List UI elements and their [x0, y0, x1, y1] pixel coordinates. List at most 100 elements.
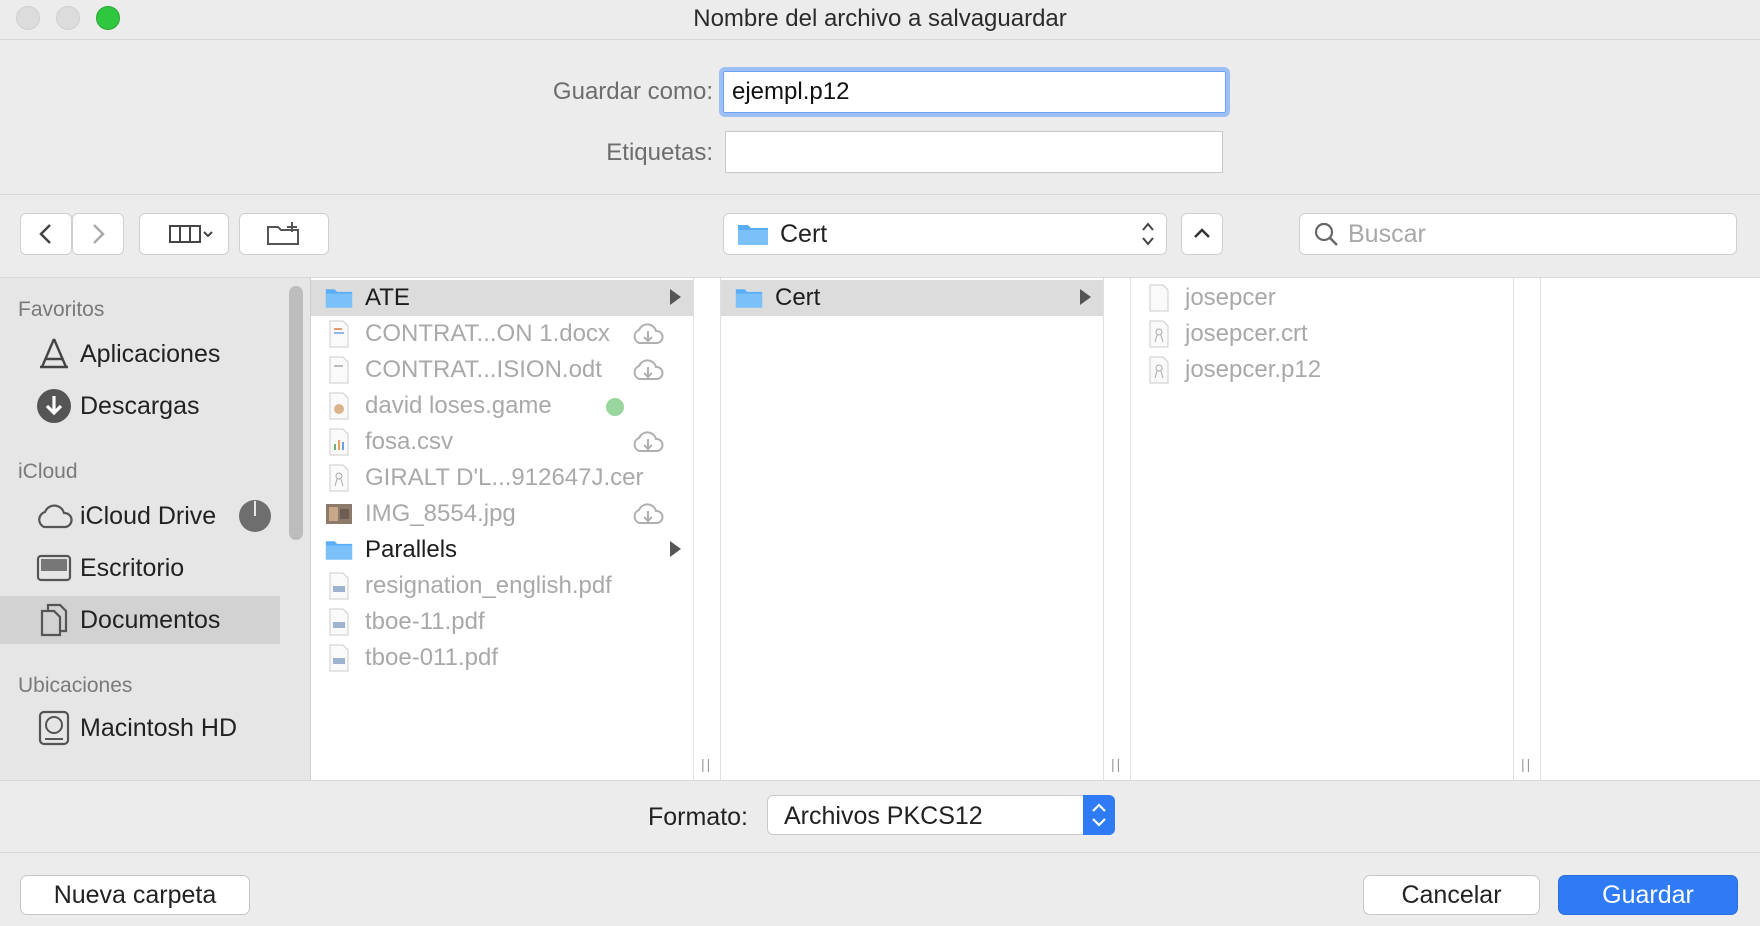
file-name: josepcer.crt — [1185, 320, 1308, 347]
window-title: Nombre del archivo a salvaguardar — [693, 5, 1067, 32]
sync-progress-icon — [239, 500, 271, 532]
certificate-file-icon — [325, 464, 353, 492]
cloud-download-icon[interactable] — [631, 502, 665, 531]
separator — [0, 194, 1760, 195]
column-divider — [1103, 278, 1104, 780]
certificate-file-icon — [1145, 356, 1173, 384]
column-resize-handle[interactable]: || — [701, 756, 712, 772]
list-item[interactable]: IMG_8554.jpg — [311, 496, 693, 532]
list-item[interactable]: resignation_english.pdf — [311, 568, 693, 604]
back-button[interactable] — [20, 213, 72, 255]
column-3: josepcer josepcer.crt josepcer.p12 || — [1131, 278, 1530, 780]
list-item[interactable]: josepcer.p12 — [1131, 352, 1513, 388]
column-divider — [693, 278, 694, 780]
list-item[interactable]: ATE — [311, 280, 693, 316]
new-folder-toolbar-button[interactable] — [239, 213, 329, 255]
list-item[interactable]: fosa.csv — [311, 424, 693, 460]
file-name: CONTRAT...ISION.odt — [365, 356, 602, 383]
docx-file-icon — [325, 320, 353, 348]
sidebar-item-aplicaciones[interactable]: Aplicaciones — [0, 330, 280, 378]
disclosure-arrow-icon — [670, 541, 681, 557]
list-item[interactable]: Parallels — [311, 532, 693, 568]
hard-drive-icon — [34, 708, 74, 748]
cloud-download-icon[interactable] — [631, 358, 665, 387]
documents-icon — [34, 600, 74, 640]
sidebar-item-documentos[interactable]: Documentos — [0, 596, 280, 644]
column-divider — [1513, 278, 1514, 780]
save-button[interactable]: Guardar — [1558, 875, 1738, 915]
list-item[interactable]: GIRALT D'L...912647J.cer — [311, 460, 693, 496]
column-divider — [1540, 278, 1541, 780]
file-name: CONTRAT...ON 1.docx — [365, 320, 610, 347]
sidebar-item-icloud-drive[interactable]: iCloud Drive — [0, 492, 280, 540]
list-item[interactable]: david loses.game — [311, 388, 693, 424]
tags-input[interactable] — [725, 131, 1223, 173]
cloud-download-icon[interactable] — [631, 322, 665, 351]
odt-file-icon — [325, 356, 353, 384]
sidebar-scrollbar[interactable] — [289, 286, 303, 540]
list-item[interactable]: josepcer.crt — [1131, 316, 1513, 352]
view-mode-button[interactable] — [139, 213, 229, 255]
format-popup[interactable]: Archivos PKCS12 — [767, 795, 1115, 835]
up-down-arrows-icon — [1092, 803, 1106, 827]
search-placeholder: Buscar — [1348, 219, 1426, 248]
applications-icon — [34, 334, 74, 374]
file-browser: ATE CONTRAT...ON 1.docx CONTRAT...ISION.… — [310, 278, 1760, 780]
new-folder-button[interactable]: Nueva carpeta — [20, 875, 250, 915]
search-icon — [1314, 222, 1338, 246]
downloads-icon — [34, 386, 74, 426]
blank-file-icon — [1145, 284, 1173, 312]
folder-icon — [325, 536, 353, 564]
chevron-right-icon — [93, 224, 105, 244]
file-name: david loses.game — [365, 392, 552, 419]
forward-button[interactable] — [72, 213, 124, 255]
sidebar-item-label: Descargas — [80, 391, 200, 420]
chevron-up-icon — [1194, 228, 1210, 238]
file-name: josepcer — [1185, 284, 1276, 311]
sidebar-item-macintosh-hd[interactable]: Macintosh HD — [0, 704, 280, 752]
desktop-icon — [34, 548, 74, 588]
column-1: ATE CONTRAT...ON 1.docx CONTRAT...ISION.… — [311, 278, 710, 780]
file-name: tboe-011.pdf — [365, 644, 498, 671]
image-file-icon — [325, 500, 353, 528]
sidebar-item-label: Macintosh HD — [80, 713, 237, 742]
sidebar-section-ubicaciones: Ubicaciones — [18, 674, 133, 697]
file-name: josepcer.p12 — [1185, 356, 1322, 383]
cancel-button[interactable]: Cancelar — [1363, 875, 1540, 915]
disclosure-arrow-icon — [1080, 289, 1091, 305]
format-stepper[interactable] — [1083, 795, 1115, 835]
sidebar-item-escritorio[interactable]: Escritorio — [0, 544, 280, 592]
game-file-icon — [325, 392, 353, 420]
save-as-input[interactable] — [719, 67, 1230, 117]
sidebar-section-icloud: iCloud — [18, 460, 78, 483]
list-item[interactable]: Cert — [721, 280, 1103, 316]
file-name: IMG_8554.jpg — [365, 500, 516, 527]
cloud-download-icon[interactable] — [631, 430, 665, 459]
column-resize-handle[interactable]: || — [1111, 756, 1122, 772]
folder-icon — [325, 284, 353, 312]
green-status-dot — [605, 397, 625, 422]
list-item[interactable]: josepcer — [1131, 280, 1513, 316]
list-item[interactable]: CONTRAT...ON 1.docx — [311, 316, 693, 352]
tags-label: Etiquetas: — [606, 139, 713, 166]
parent-folder-button[interactable] — [1181, 213, 1223, 255]
search-field[interactable]: Buscar — [1299, 213, 1737, 255]
csv-file-icon — [325, 428, 353, 456]
list-item[interactable]: CONTRAT...ISION.odt — [311, 352, 693, 388]
file-name: GIRALT D'L...912647J.cer — [365, 464, 644, 491]
sidebar-item-descargas[interactable]: Descargas — [0, 382, 280, 430]
list-item[interactable]: tboe-11.pdf — [311, 604, 693, 640]
disclosure-arrow-icon — [670, 289, 681, 305]
save-as-label: Guardar como: — [552, 78, 713, 105]
list-item[interactable]: tboe-011.pdf — [311, 640, 693, 676]
file-name: Parallels — [365, 536, 458, 563]
column-resize-handle[interactable]: || — [1521, 756, 1532, 772]
file-name: ATE — [365, 284, 410, 311]
path-popup[interactable]: Cert — [723, 213, 1167, 255]
new-folder-icon — [267, 222, 299, 245]
format-value: Archivos PKCS12 — [784, 802, 983, 830]
icloud-icon — [34, 496, 74, 536]
folder-icon — [735, 284, 763, 312]
format-label: Formato: — [647, 803, 748, 831]
path-folder-label: Cert — [780, 219, 828, 248]
